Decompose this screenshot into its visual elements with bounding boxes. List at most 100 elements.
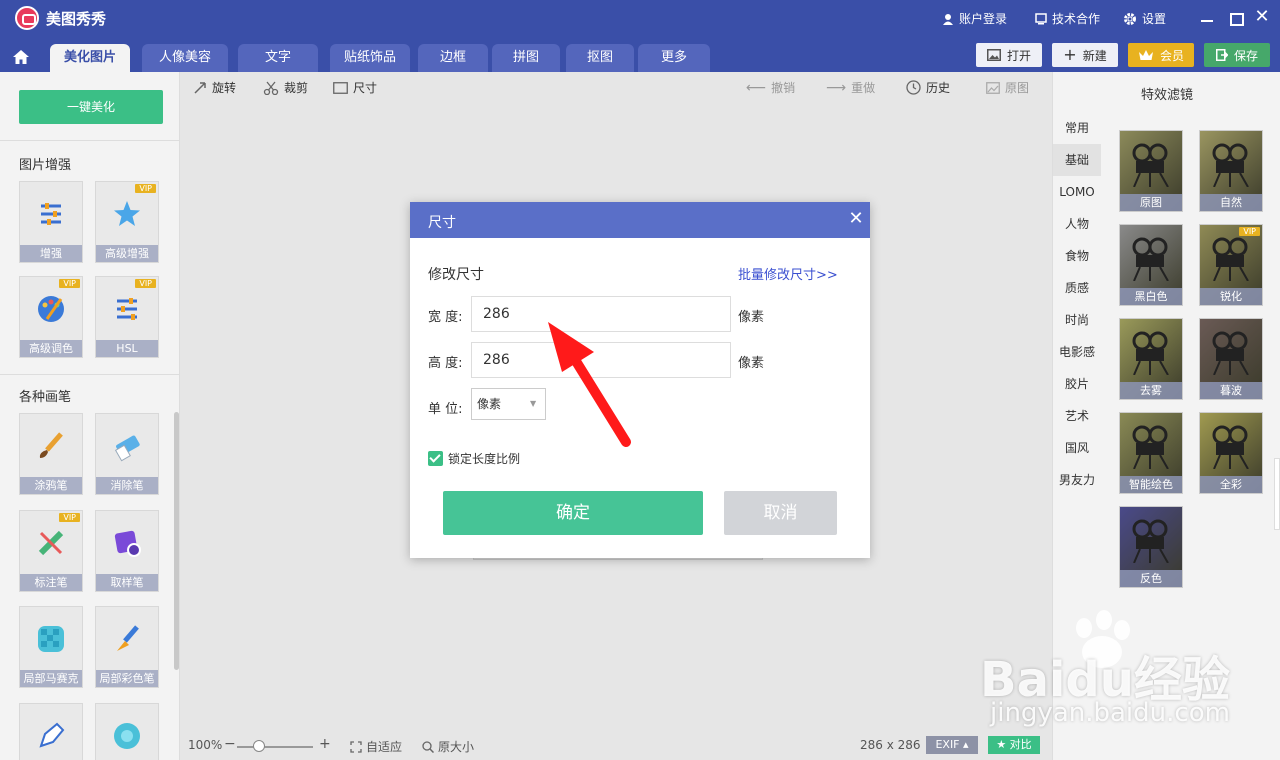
scissors-icon bbox=[263, 81, 279, 95]
tool-label: 高级增强 bbox=[96, 245, 158, 262]
zoom-slider[interactable] bbox=[237, 746, 313, 748]
fit-button[interactable]: 自适应 bbox=[350, 738, 402, 755]
tool-label: HSL bbox=[96, 340, 158, 357]
original-button[interactable]: 原图 bbox=[986, 79, 1029, 96]
tab-text[interactable]: 文字 bbox=[238, 44, 318, 72]
confirm-button[interactable]: 确定 bbox=[443, 491, 703, 535]
home-tab[interactable] bbox=[4, 42, 38, 72]
clock-icon bbox=[906, 80, 921, 95]
sliders-icon bbox=[41, 203, 61, 225]
original-label: 原图 bbox=[1005, 81, 1030, 95]
exif-button[interactable]: EXIF ▴ bbox=[926, 736, 978, 754]
compare-button[interactable]: ★ 对比 bbox=[988, 736, 1040, 754]
filter-thumbnail[interactable]: 反色 bbox=[1119, 506, 1183, 588]
crop-tool[interactable]: 裁剪 bbox=[263, 79, 308, 96]
tab-collage[interactable]: 拼图 bbox=[492, 44, 560, 72]
filter-thumbnail[interactable]: 黑白色 bbox=[1119, 224, 1183, 306]
one-key-beautify-button[interactable]: 一键美化 bbox=[19, 90, 163, 124]
compare-label: 对比 bbox=[1009, 738, 1032, 751]
tab-more[interactable]: 更多 bbox=[638, 44, 710, 72]
projector-camera-icon bbox=[1212, 331, 1249, 375]
undo-button[interactable]: ⟵ 撤销 bbox=[746, 79, 795, 96]
vip-badge: VIP bbox=[135, 279, 156, 288]
tool-pen-partial[interactable] bbox=[19, 703, 83, 760]
tool-enhance[interactable]: 增强 bbox=[19, 181, 83, 263]
color-brush-icon bbox=[117, 625, 139, 651]
vip-badge: VIP bbox=[59, 513, 80, 522]
home-icon bbox=[13, 50, 29, 64]
filter-category[interactable]: 时尚 bbox=[1053, 304, 1101, 336]
filter-thumbnail[interactable]: 去雾 bbox=[1119, 318, 1183, 400]
tech-cooperation-link[interactable]: 技术合作 bbox=[1035, 10, 1100, 27]
new-button[interactable]: + 新建 bbox=[1052, 43, 1118, 67]
size-tool[interactable]: 尺寸 bbox=[333, 79, 377, 96]
filter-category[interactable]: 胶片 bbox=[1053, 368, 1101, 400]
tool-advanced-enhance[interactable]: VIP 高级增强 bbox=[95, 181, 159, 263]
history-button[interactable]: 历史 bbox=[906, 79, 950, 96]
settings-link[interactable]: 设置 bbox=[1123, 10, 1166, 27]
close-window-icon[interactable]: ✕ bbox=[1252, 7, 1272, 27]
open-button[interactable]: 打开 bbox=[976, 43, 1042, 67]
chevron-down-icon: ▼ bbox=[530, 399, 537, 408]
tool-advanced-color[interactable]: VIP 高级调色 bbox=[19, 276, 83, 358]
tool-hsl[interactable]: VIP HSL bbox=[95, 276, 159, 358]
zoom-in-icon[interactable]: + bbox=[319, 736, 331, 752]
side-collapse-tab[interactable] bbox=[1274, 458, 1280, 530]
unit-select[interactable]: 像素 ▼ bbox=[471, 388, 546, 420]
dialog-header: 尺寸 ✕ bbox=[410, 202, 870, 238]
tool-doodle-pen[interactable]: 涂鸦笔 bbox=[19, 413, 83, 495]
zoom-slider-handle[interactable] bbox=[253, 740, 265, 752]
filter-category[interactable]: LOMO bbox=[1053, 176, 1101, 208]
filter-category[interactable]: 质感 bbox=[1053, 272, 1101, 304]
filter-thumbnail[interactable]: VIP 锐化 bbox=[1199, 224, 1263, 306]
filter-category[interactable]: 常用 bbox=[1053, 112, 1101, 144]
tool-partial[interactable] bbox=[95, 703, 159, 760]
cancel-button[interactable]: 取消 bbox=[724, 491, 837, 535]
zoom-out-icon[interactable]: − bbox=[224, 736, 236, 752]
red-annotation-arrow bbox=[548, 322, 631, 447]
filter-category[interactable]: 人物 bbox=[1053, 208, 1101, 240]
filter-category[interactable]: 食物 bbox=[1053, 240, 1101, 272]
tab-cutout[interactable]: 抠图 bbox=[566, 44, 634, 72]
vip-button[interactable]: 会员 bbox=[1128, 43, 1194, 67]
lock-ratio-checkbox[interactable]: 锁定长度比例 bbox=[428, 450, 520, 467]
filter-category[interactable]: 艺术 bbox=[1053, 400, 1101, 432]
filter-thumbnail[interactable]: 智能绘色 bbox=[1119, 412, 1183, 494]
crop-label: 裁剪 bbox=[284, 81, 309, 95]
tab-border[interactable]: 边框 bbox=[418, 44, 488, 72]
filter-thumbnail[interactable]: 原图 bbox=[1119, 130, 1183, 212]
filter-label: 暮波 bbox=[1200, 382, 1262, 399]
magic-star-icon bbox=[114, 201, 140, 226]
save-button[interactable]: 保存 bbox=[1204, 43, 1270, 67]
redo-button[interactable]: ⟶ 重做 bbox=[826, 79, 875, 96]
sidebar-scrollbar[interactable] bbox=[174, 412, 179, 670]
tab-portrait[interactable]: 人像美容 bbox=[142, 44, 228, 72]
account-login-link[interactable]: 账户登录 bbox=[942, 10, 1007, 27]
rotate-tool[interactable]: 旋转 bbox=[193, 79, 236, 96]
filter-category[interactable]: 基础 bbox=[1053, 144, 1101, 176]
tool-color-pen[interactable]: 局部彩色笔 bbox=[95, 606, 159, 688]
dialog-close-icon[interactable]: ✕ bbox=[846, 209, 866, 229]
filter-category[interactable]: 国风 bbox=[1053, 432, 1101, 464]
tab-stickers[interactable]: 贴纸饰品 bbox=[330, 44, 410, 72]
watermark: Baidu经验 jingyan.baidu.com bbox=[980, 610, 1240, 730]
filter-category[interactable]: 电影感 bbox=[1053, 336, 1101, 368]
filter-thumbnail[interactable]: 暮波 bbox=[1199, 318, 1263, 400]
projector-camera-icon bbox=[1132, 237, 1169, 281]
size-label: 尺寸 bbox=[353, 81, 378, 95]
filter-thumbnail[interactable]: 自然 bbox=[1199, 130, 1263, 212]
projector-camera-icon bbox=[1132, 425, 1169, 469]
tool-sample-pen[interactable]: 取样笔 bbox=[95, 510, 159, 592]
tool-marker-pen[interactable]: VIP 标注笔 bbox=[19, 510, 83, 592]
tool-eraser[interactable]: 消除笔 bbox=[95, 413, 159, 495]
filter-thumbnail[interactable]: 全彩 bbox=[1199, 412, 1263, 494]
batch-resize-link[interactable]: 批量修改尺寸>> bbox=[738, 264, 838, 283]
actual-size-button[interactable]: 原大小 bbox=[422, 738, 474, 755]
height-label: 高 度: bbox=[428, 356, 463, 371]
minimize-icon[interactable] bbox=[1198, 8, 1216, 26]
account-login-label: 账户登录 bbox=[959, 12, 1008, 26]
maximize-icon[interactable] bbox=[1227, 8, 1245, 26]
filter-category[interactable]: 男友力 bbox=[1053, 464, 1101, 496]
tool-mosaic[interactable]: 局部马赛克 bbox=[19, 606, 83, 688]
tab-beautify[interactable]: 美化图片 bbox=[50, 44, 130, 72]
